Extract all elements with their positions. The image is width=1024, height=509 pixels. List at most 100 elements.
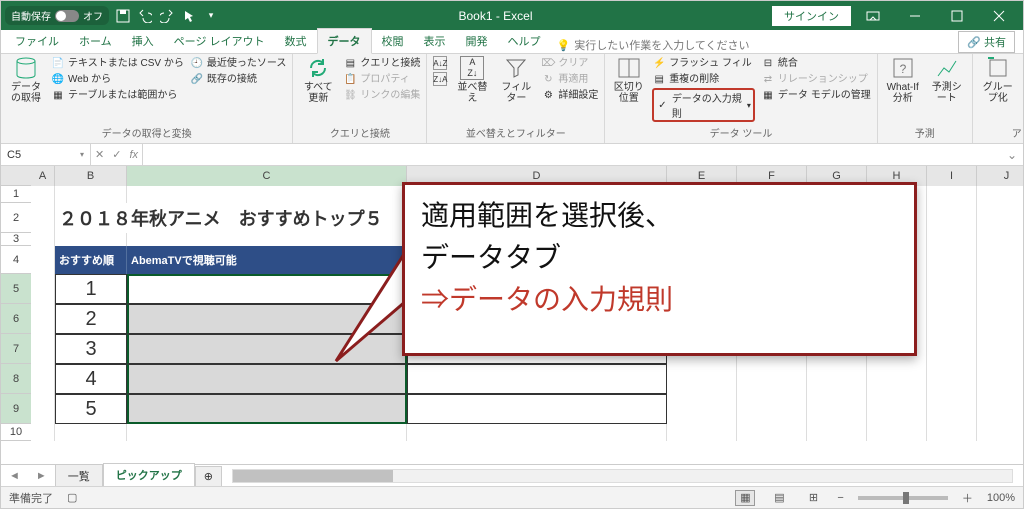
cursor-icon[interactable] [181, 8, 197, 24]
autosave-state: オフ [83, 8, 103, 23]
sheet-tab-active[interactable]: ピックアップ [103, 463, 195, 488]
col-C[interactable]: C [127, 166, 407, 186]
sort-az-button[interactable]: A↓Z [433, 56, 447, 70]
enter-icon[interactable]: ✓ [112, 148, 121, 161]
cell-C7[interactable] [127, 334, 407, 364]
edit-links-button[interactable]: ⛓リンクの編集 [343, 88, 420, 102]
refresh-icon [306, 56, 330, 80]
group-button[interactable]: グループ化 [979, 56, 1017, 104]
col-I[interactable]: I [927, 166, 977, 186]
col-B[interactable]: B [55, 166, 127, 186]
properties-button[interactable]: 📋プロパティ [343, 72, 420, 86]
zoom-slider[interactable] [858, 496, 948, 500]
tab-developer[interactable]: 開発 [456, 29, 498, 53]
from-web-button[interactable]: 🌐Web から [51, 72, 184, 86]
pagelayout-view-button[interactable]: ▤ [769, 490, 789, 506]
tab-pagelayout[interactable]: ページ レイアウト [164, 29, 275, 53]
rank-cell[interactable]: 4 [55, 364, 127, 394]
tellme-search[interactable]: 💡 実行したい作業を入力してください [557, 37, 750, 53]
cell-C8[interactable] [127, 364, 407, 394]
pagebreak-view-button[interactable]: ⊞ [803, 490, 823, 506]
close-button[interactable] [979, 1, 1019, 30]
get-data-button[interactable]: データの取得 [7, 56, 45, 104]
web-icon: 🌐 [51, 72, 65, 86]
consolidate-icon: ⊟ [761, 56, 775, 70]
th-abema[interactable]: AbemaTVで視聴可能 [127, 246, 407, 274]
relationships-button[interactable]: ⇄リレーションシップ [761, 72, 871, 86]
what-if-button[interactable]: ? What-If 分析 [884, 56, 922, 104]
text-to-columns-button[interactable]: 区切り位置 [611, 56, 646, 104]
tab-view[interactable]: 表示 [414, 29, 456, 53]
zoom-level[interactable]: 100% [987, 492, 1015, 504]
autosave-toggle[interactable]: 自動保存 オフ [5, 6, 109, 25]
tab-formulas[interactable]: 数式 [275, 29, 317, 53]
filter-button[interactable]: フィルター [497, 56, 535, 104]
from-csv-button[interactable]: 📄テキストまたは CSV から [51, 56, 184, 70]
tab-insert[interactable]: 挿入 [122, 29, 164, 53]
from-table-button[interactable]: ▦テーブルまたは範囲から [51, 88, 184, 102]
signin-button[interactable]: サインイン [772, 6, 851, 26]
macro-record-icon[interactable]: ▢ [67, 491, 77, 504]
sheet-nav-next[interactable]: ► [28, 470, 55, 482]
rank-cell[interactable]: 2 [55, 304, 127, 334]
remove-duplicates-button[interactable]: ▤重複の削除 [652, 72, 755, 86]
advanced-filter-button[interactable]: ⚙詳細設定 [541, 88, 598, 102]
save-icon[interactable] [115, 8, 131, 24]
table-title[interactable]: ２０１８年秋アニメ おすすめトップ５ [55, 203, 407, 233]
undo-icon[interactable] [137, 8, 153, 24]
select-all-corner[interactable] [1, 166, 31, 186]
horizontal-scrollbar[interactable] [232, 469, 1013, 483]
normal-view-button[interactable]: ▦ [735, 490, 755, 506]
name-box[interactable]: C5 ▾ [1, 144, 91, 165]
tab-home[interactable]: ホーム [69, 29, 122, 53]
cell-C9[interactable] [127, 394, 407, 424]
svg-text:?: ? [899, 62, 906, 76]
callout-line1: 適用範囲を選択後、 [421, 195, 898, 237]
zoom-in-button[interactable]: ＋ [962, 490, 973, 506]
sheet-tab[interactable]: 一覧 [55, 464, 103, 487]
recent-sources-button[interactable]: 🕘最近使ったソース [190, 56, 287, 70]
forecast-button[interactable]: 予測シート [928, 56, 966, 104]
tab-data[interactable]: データ [317, 28, 372, 54]
formula-input[interactable] [143, 144, 1001, 165]
col-J[interactable]: J [977, 166, 1023, 186]
selected-cell-C5[interactable] [127, 274, 407, 304]
zoom-out-button[interactable]: − [837, 492, 843, 504]
maximize-button[interactable] [937, 1, 977, 30]
rank-cell[interactable]: 5 [55, 394, 127, 424]
flash-fill-button[interactable]: ⚡フラッシュ フィル [652, 56, 755, 70]
queries-button[interactable]: ▤クエリと接続 [343, 56, 420, 70]
existing-conn-button[interactable]: 🔗既存の接続 [190, 72, 287, 86]
sort-button[interactable]: AZ↓ 並べ替え [453, 56, 491, 104]
reapply-button[interactable]: ↻再適用 [541, 72, 598, 86]
data-validation-button[interactable]: ✓ データの入力規則 ▾ [652, 88, 755, 122]
queries-icon: ▤ [343, 56, 357, 70]
fx-icon[interactable]: fx [129, 149, 138, 161]
qat-more-icon[interactable]: ▾ [203, 8, 219, 24]
row-9: 9 5 [1, 394, 1023, 424]
share-button[interactable]: 🔗 共有 [958, 31, 1015, 53]
tab-file[interactable]: ファイル [5, 29, 69, 53]
consolidate-button[interactable]: ⊟統合 [761, 56, 871, 70]
data-model-button[interactable]: ▦データ モデルの管理 [761, 88, 871, 102]
sort-za-button[interactable]: Z↓A [433, 72, 447, 86]
minimize-button[interactable] [895, 1, 935, 30]
callout-line3: ⇒データの入力規則 [421, 279, 898, 321]
refresh-all-button[interactable]: すべて更新 [299, 56, 337, 104]
rank-cell[interactable]: 1 [55, 274, 127, 304]
th-rank[interactable]: おすすめ順 [55, 246, 127, 274]
cell-C6[interactable] [127, 304, 407, 334]
col-A[interactable]: A [31, 166, 55, 186]
expand-formula-icon[interactable]: ⌄ [1001, 148, 1023, 162]
relationships-icon: ⇄ [761, 72, 775, 86]
add-sheet-button[interactable]: ⊕ [195, 466, 222, 486]
ribbon-options-icon[interactable] [853, 1, 893, 30]
rank-cell[interactable]: 3 [55, 334, 127, 364]
clear-filter-button[interactable]: ⌦クリア [541, 56, 598, 70]
cancel-icon[interactable]: ✕ [95, 148, 104, 161]
dropdown-icon: ▾ [747, 101, 751, 110]
sheet-nav-prev[interactable]: ◄ [1, 470, 28, 482]
redo-icon[interactable] [159, 8, 175, 24]
tab-help[interactable]: ヘルプ [498, 29, 551, 53]
tab-review[interactable]: 校閲 [372, 29, 414, 53]
